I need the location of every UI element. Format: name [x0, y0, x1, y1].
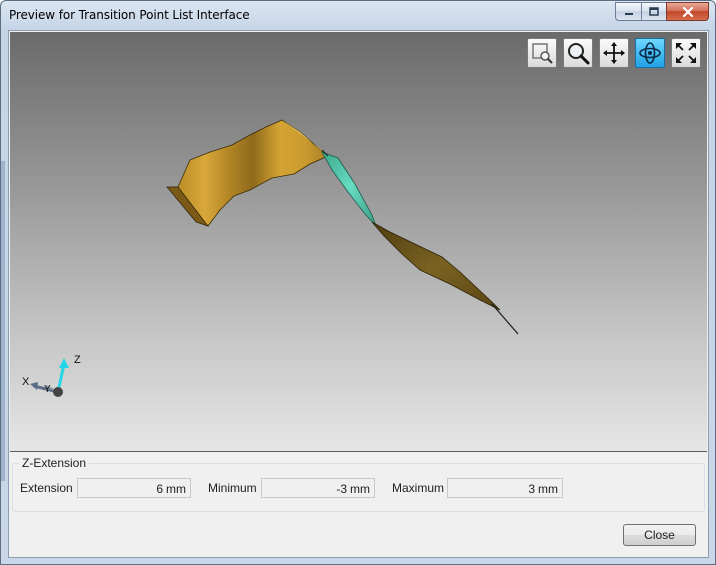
pan-button[interactable] — [599, 38, 629, 68]
window-title: Preview for Transition Point List Interf… — [9, 8, 250, 22]
zoom-window-icon — [532, 43, 553, 64]
close-window-button[interactable] — [666, 2, 709, 21]
minimum-field: -3 mm — [261, 478, 375, 498]
axis-triad: Z X Y — [22, 354, 81, 397]
z-extension-group-label: Z-Extension — [19, 456, 90, 470]
maximum-value: 3 — [528, 482, 535, 496]
fit-all-button[interactable] — [671, 38, 701, 68]
maximum-unit: mm — [538, 482, 558, 496]
rotate-orbit-icon — [639, 42, 661, 64]
maximize-icon — [649, 7, 659, 16]
z-extension-group: Z-Extension Extension 6 mm Minimum -3 mm M… — [12, 456, 705, 512]
strip-model — [166, 119, 519, 335]
zoom-button[interactable] — [563, 38, 593, 68]
pan-arrows-icon — [603, 42, 625, 64]
title-bar[interactable]: Preview for Transition Point List Interf… — [1, 1, 715, 30]
minimum-unit: mm — [350, 482, 370, 496]
extension-unit: mm — [166, 482, 186, 496]
window-frame-edge — [1, 161, 5, 481]
zoom-window-button[interactable] — [527, 38, 557, 68]
view-toolbar — [527, 38, 701, 68]
maximum-field: 3 mm — [447, 478, 563, 498]
minimum-value: -3 — [336, 482, 347, 496]
minimum-label: Minimum — [208, 481, 257, 495]
magnifier-icon — [568, 43, 590, 65]
close-button[interactable]: Close — [623, 524, 696, 546]
preview-window: Preview for Transition Point List Interf… — [0, 0, 716, 565]
maximize-button[interactable] — [641, 2, 666, 21]
rotate-button[interactable] — [635, 38, 665, 68]
caption-buttons — [615, 2, 709, 21]
dialog-client-area: Z X Y Z-Extension Extension 6 mm Minimum … — [8, 30, 709, 558]
extension-label: Extension — [20, 481, 73, 495]
triad-y-label: Y — [44, 384, 51, 395]
fit-all-icon — [676, 43, 696, 63]
maximum-label: Maximum — [392, 481, 445, 495]
triad-z-label: Z — [74, 354, 81, 366]
extension-value: 6 — [156, 482, 163, 496]
triad-x-label: X — [22, 376, 30, 388]
close-icon — [682, 6, 693, 17]
3d-viewport[interactable]: Z X Y — [10, 32, 707, 452]
extension-field: 6 mm — [77, 478, 191, 498]
minimize-icon — [624, 12, 633, 15]
minimize-button[interactable] — [615, 2, 641, 21]
